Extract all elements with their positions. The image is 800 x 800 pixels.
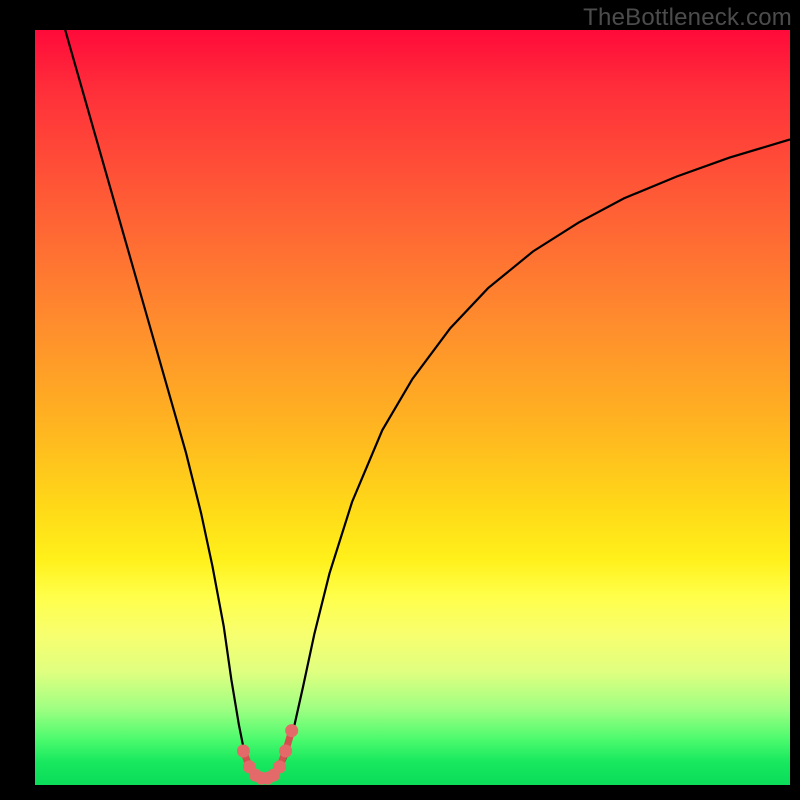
marker-dot (237, 745, 250, 758)
chart-frame: TheBottleneck.com (0, 0, 800, 800)
marker-dot (279, 745, 292, 758)
bottleneck-svg (35, 30, 790, 785)
watermark-text: TheBottleneck.com (583, 4, 792, 32)
highlight-markers-dots (237, 724, 298, 785)
plot-area (35, 30, 790, 785)
marker-dot (273, 760, 286, 773)
bottleneck-curve (65, 30, 790, 779)
marker-dot (285, 724, 298, 737)
